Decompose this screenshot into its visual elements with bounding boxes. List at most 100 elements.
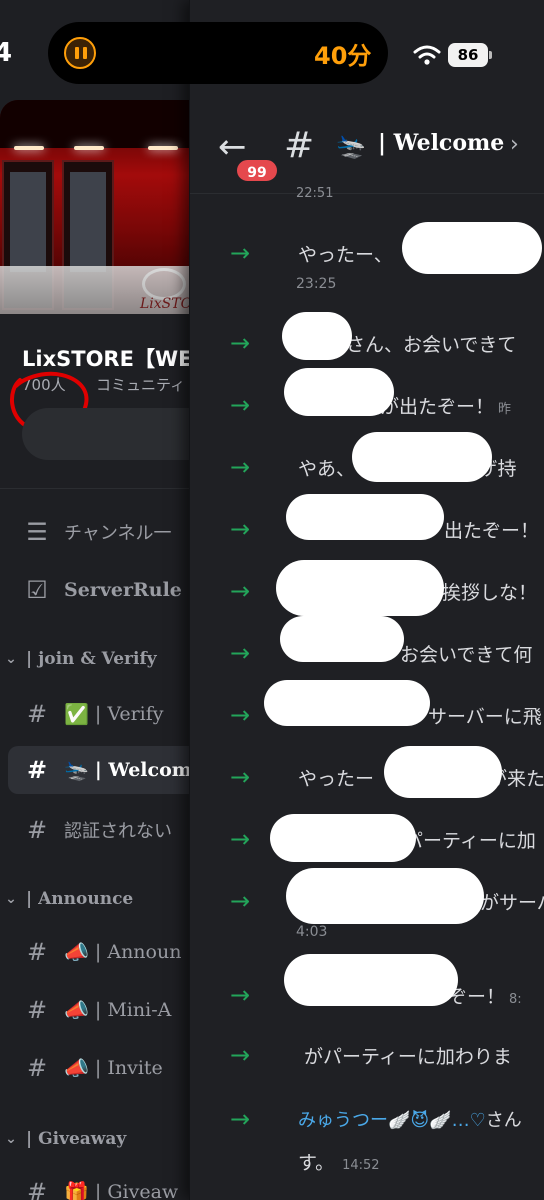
server-search-input[interactable] xyxy=(22,408,200,460)
join-arrow-icon: → xyxy=(230,763,251,791)
redaction-mark xyxy=(282,312,352,360)
join-arrow-icon: → xyxy=(230,391,251,419)
channel-verify[interactable]: # ✅ | Verify xyxy=(0,690,200,738)
message-timestamp: 22:51 xyxy=(296,186,334,201)
message-text: みゅうつー🪽😈🪽…♡さん xyxy=(298,1110,522,1131)
wifi-icon xyxy=(413,45,441,65)
channel-label: | Mini-A xyxy=(94,999,172,1021)
hash-lock-icon: # xyxy=(26,996,48,1024)
username-link[interactable]: みゅうつー🪽😈🪽…♡ xyxy=(298,1110,486,1131)
message-text: が出たぞー！昨 xyxy=(380,396,512,418)
join-arrow-icon: → xyxy=(230,329,251,357)
redaction-mark xyxy=(270,814,416,862)
join-arrow-icon: → xyxy=(230,887,251,915)
dynamic-island[interactable]: 40分 xyxy=(48,22,388,84)
message-text: 挨拶しな！ xyxy=(442,582,538,604)
hash-icon: # xyxy=(26,756,48,784)
timer-label: 40分 xyxy=(314,42,372,70)
join-arrow-icon: → xyxy=(230,453,251,481)
redaction-mark xyxy=(284,368,394,416)
channel-announce[interactable]: # 📣 | Announ xyxy=(0,928,200,976)
hash-lock-icon: # xyxy=(26,1178,48,1200)
join-arrow-icon: → xyxy=(230,1041,251,1069)
hash-icon: # xyxy=(284,125,315,166)
category-join-verify[interactable]: ⌄ | join & Verify xyxy=(0,644,157,674)
unread-badge: 99 xyxy=(234,157,280,184)
message-timestamp: 4:03 xyxy=(296,924,328,940)
chevron-down-icon: ⌄ xyxy=(5,1131,17,1147)
channel-label: | Invite xyxy=(94,1057,163,1079)
channel-unverified[interactable]: # 認証されない xyxy=(0,806,200,854)
message-text: 出たぞー！ xyxy=(444,520,540,542)
join-arrow-icon: → xyxy=(230,577,251,605)
message-text: がサーバ xyxy=(480,892,544,914)
status-time: 4 xyxy=(0,38,13,68)
server-type-label: コミュニティ xyxy=(96,376,186,394)
channel-label: | Welcom xyxy=(94,759,192,781)
gift-emoji-icon: 🎁 xyxy=(64,1180,89,1200)
member-count: 700人 xyxy=(22,376,66,394)
channel-label: 認証されない xyxy=(64,821,172,842)
megaphone-emoji-icon: 📣 xyxy=(64,1056,89,1080)
channel-label: | Verify xyxy=(94,703,164,725)
battery-tip xyxy=(489,51,492,59)
join-arrow-icon: → xyxy=(230,515,251,543)
join-arrow-icon: → xyxy=(230,639,251,667)
chat-header: ← 99 # 🛬 | Welcome › xyxy=(190,100,544,194)
channel-label: | Giveaw xyxy=(94,1181,179,1200)
join-arrow-icon: → xyxy=(230,981,251,1009)
category-label: | Announce xyxy=(26,889,134,909)
pause-icon[interactable] xyxy=(64,37,96,69)
battery-indicator: 86 xyxy=(448,43,488,67)
check-emoji-icon: ✅ xyxy=(64,702,89,726)
message-text: がパーティーに加わりま xyxy=(304,1046,512,1068)
server-banner: LixSTORE xyxy=(0,100,200,314)
channel-title[interactable]: | Welcome xyxy=(378,130,504,156)
channel-giveaway[interactable]: # 🎁 | Giveaw xyxy=(0,1168,200,1200)
chevron-down-icon: ⌄ xyxy=(5,651,17,667)
airplane-emoji-icon: 🛬 xyxy=(64,758,89,782)
message-text: パーティーに加 xyxy=(404,830,536,852)
airplane-emoji-icon: 🛬 xyxy=(336,132,366,160)
channel-browse[interactable]: ☰ チャンネル一 xyxy=(0,508,200,556)
list-search-icon: ☰ xyxy=(26,518,48,546)
join-message[interactable]: → がパーティーに加わりま xyxy=(190,1030,544,1090)
join-arrow-icon: → xyxy=(230,701,251,729)
join-message[interactable]: → みゅうつー🪽😈🪽…♡さん す。 14:52 xyxy=(190,1094,544,1184)
redaction-mark xyxy=(276,560,444,616)
redaction-mark xyxy=(280,616,404,662)
message-text: やったー、 xyxy=(298,244,393,266)
redaction-mark xyxy=(286,868,484,924)
category-giveaway[interactable]: ⌄ | Giveaway xyxy=(0,1124,126,1154)
channel-label: チャンネル一 xyxy=(64,523,172,544)
join-arrow-icon: → xyxy=(230,1105,251,1133)
join-arrow-icon: → xyxy=(230,825,251,853)
channel-invite[interactable]: # 📣 | Invite xyxy=(0,1044,200,1092)
message-continuation: す。 14:52 xyxy=(298,1152,380,1174)
message-text: さん、お会いできて xyxy=(346,334,517,356)
chevron-right-icon[interactable]: › xyxy=(510,132,519,157)
redaction-mark xyxy=(264,680,430,726)
redaction-mark xyxy=(286,494,444,540)
channel-chat-pane: 86 ← 99 # 🛬 | Welcome › 22:51 → やったー、 23… xyxy=(189,0,544,1200)
channel-welcome[interactable]: # 🛬 | Welcom xyxy=(8,746,200,794)
chevron-down-icon: ⌄ xyxy=(5,891,17,907)
redaction-mark xyxy=(352,432,492,482)
divider xyxy=(0,488,200,489)
message-text: ぞー！ 8: xyxy=(448,986,522,1008)
message-timestamp: 23:25 xyxy=(296,276,337,292)
redaction-mark xyxy=(402,222,542,274)
server-name[interactable]: LixSTORE【WE xyxy=(22,343,192,373)
server-sidebar: 4 LixSTORE LixSTORE【WE 700人 コミュニティ ☰ チャン… xyxy=(0,0,200,1200)
hash-icon: # xyxy=(26,816,48,844)
channel-mini-announce[interactable]: # 📣 | Mini-A xyxy=(0,986,200,1034)
megaphone-emoji-icon: 📣 xyxy=(64,998,89,1022)
rules-icon: ☑ xyxy=(26,576,48,604)
message-text: サーバーに飛 xyxy=(428,706,542,728)
redaction-mark xyxy=(384,746,502,798)
channel-label: ServerRule xyxy=(64,579,182,601)
category-announce[interactable]: ⌄ | Announce xyxy=(0,884,133,914)
channel-serverrule[interactable]: ☑ ServerRule xyxy=(0,566,200,614)
hash-lock-icon: # xyxy=(26,938,48,966)
megaphone-emoji-icon: 📣 xyxy=(64,940,89,964)
